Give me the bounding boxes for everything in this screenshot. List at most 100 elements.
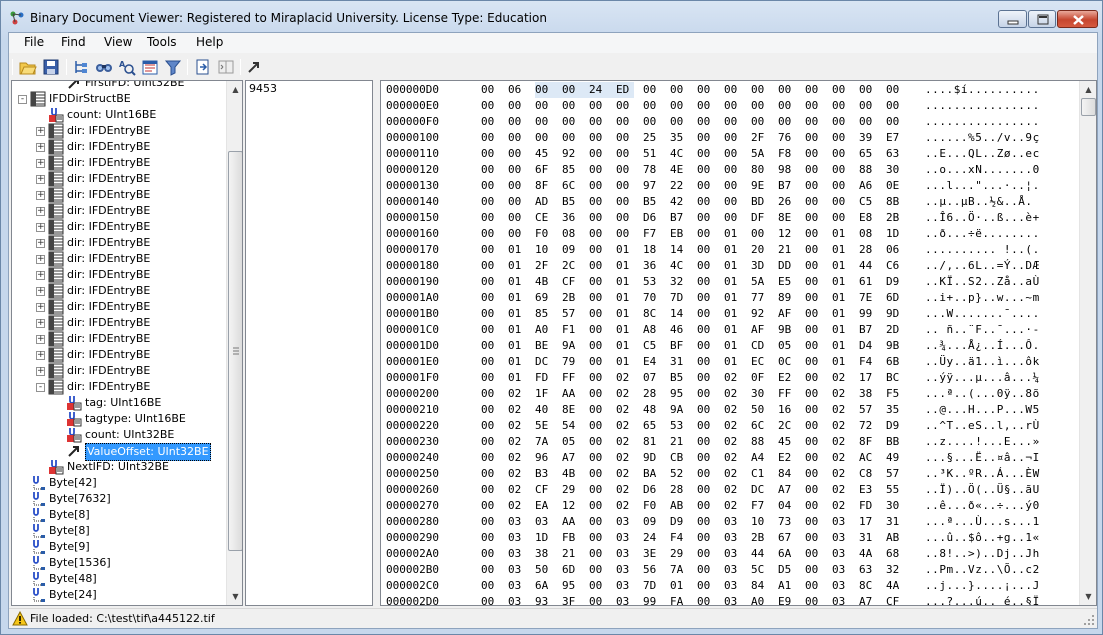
tree-item[interactable]: Byte[1536] — [12, 555, 226, 571]
hex-byte[interactable]: 61 — [859, 274, 875, 290]
hex-byte[interactable]: 00 — [832, 98, 848, 114]
hex-byte[interactable]: 73 — [778, 514, 794, 530]
hex-byte[interactable]: 02 — [724, 434, 740, 450]
hex-byte[interactable]: 24 — [643, 530, 659, 546]
hex-byte[interactable]: 00 — [751, 98, 767, 114]
hex-byte[interactable]: 03 — [832, 514, 848, 530]
scroll-up-arrow-icon[interactable]: ▲ — [1081, 82, 1096, 97]
hex-byte[interactable]: 00 — [589, 146, 605, 162]
hex-byte[interactable]: 68 — [886, 546, 902, 562]
hex-byte[interactable]: DD — [778, 258, 794, 274]
hex-byte[interactable]: 00 — [805, 98, 821, 114]
hex-byte[interactable]: 30 — [751, 386, 767, 402]
hex-byte[interactable]: F1 — [562, 322, 578, 338]
hex-byte[interactable]: EB — [670, 226, 686, 242]
hex-byte[interactable]: 02 — [832, 370, 848, 386]
hex-byte[interactable]: 02 — [508, 482, 524, 498]
hex-byte[interactable]: CD — [751, 338, 767, 354]
hex-byte[interactable]: 02 — [508, 402, 524, 418]
hex-byte[interactable]: 00 — [508, 98, 524, 114]
hex-byte[interactable]: 01 — [616, 274, 632, 290]
scroll-down-arrow-icon[interactable]: ▼ — [228, 589, 242, 604]
hex-row[interactable]: 00000250 00 02 B3 4B 00 02 BA 52 00 02 C1 84 00 02 C8 57… — [381, 466, 1079, 482]
hex-byte[interactable]: 40 — [535, 402, 551, 418]
hex-byte[interactable]: 42 — [670, 194, 686, 210]
hex-byte[interactable]: 31 — [859, 530, 875, 546]
hex-byte[interactable]: C5 — [859, 194, 875, 210]
hex-byte[interactable]: 2B — [562, 290, 578, 306]
hex-byte[interactable]: 00 — [589, 274, 605, 290]
hex-byte[interactable]: 63 — [886, 146, 902, 162]
hex-byte[interactable]: 03 — [508, 594, 524, 605]
hex-byte[interactable]: 16 — [778, 402, 794, 418]
filter-icon[interactable] — [164, 58, 182, 76]
hex-byte[interactable]: 00 — [859, 114, 875, 130]
hex-byte[interactable]: 45 — [535, 146, 551, 162]
hex-byte[interactable]: 00 — [589, 370, 605, 386]
hex-byte[interactable]: 00 — [535, 98, 551, 114]
hex-byte[interactable]: 01 — [724, 226, 740, 242]
hex-byte[interactable]: 01 — [616, 242, 632, 258]
hex-view[interactable]: 000000D0 00 06 00 00 24 ED 00 00 00 00 00 00 00 00 00 00… — [380, 80, 1097, 606]
hex-row[interactable]: 00000180 00 01 2F 2C 00 01 36 4C 00 01 3D DD 00 01 44 C6… — [381, 258, 1079, 274]
hex-byte[interactable]: 00 — [508, 162, 524, 178]
hex-byte[interactable]: 00 — [697, 402, 713, 418]
hex-byte[interactable]: 00 — [481, 530, 497, 546]
tree-item[interactable]: + dir: IFDEntryBE — [12, 203, 226, 219]
hex-byte[interactable]: 92 — [751, 306, 767, 322]
hex-byte[interactable]: E2 — [778, 450, 794, 466]
hex-byte[interactable]: 00 — [778, 82, 794, 98]
tree-item[interactable]: Byte[7632] — [12, 491, 226, 507]
hex-byte[interactable]: 29 — [562, 482, 578, 498]
hex-byte[interactable]: 00 — [751, 114, 767, 130]
hex-byte[interactable]: E3 — [859, 482, 875, 498]
hex-row[interactable]: 000002C0 00 03 6A 95 00 03 7D 01 00 03 84 A1 00 03 8C 4A… — [381, 578, 1079, 594]
menu-find[interactable]: Find — [61, 35, 86, 49]
hex-byte[interactable]: 00 — [616, 130, 632, 146]
tree-item[interactable]: + dir: IFDEntryBE — [12, 283, 226, 299]
hex-byte[interactable]: 0C — [778, 354, 794, 370]
hex-byte[interactable]: 4C — [670, 258, 686, 274]
hex-byte[interactable]: A6 — [859, 178, 875, 194]
hex-byte[interactable]: 7E — [859, 290, 875, 306]
hex-byte[interactable]: 00 — [859, 98, 875, 114]
hex-byte[interactable]: 02 — [724, 402, 740, 418]
hex-byte[interactable]: 93 — [535, 594, 551, 605]
hex-byte[interactable]: B5 — [670, 370, 686, 386]
hex-byte[interactable]: 01 — [508, 258, 524, 274]
hex-byte[interactable]: 51 — [643, 146, 659, 162]
hex-byte[interactable]: 00 — [481, 402, 497, 418]
hex-byte[interactable]: 00 — [778, 98, 794, 114]
hex-byte[interactable]: 00 — [697, 338, 713, 354]
hex-byte[interactable]: 99 — [859, 306, 875, 322]
hex-byte[interactable]: 00 — [697, 530, 713, 546]
hex-byte[interactable]: 00 — [589, 210, 605, 226]
hex-byte[interactable]: 00 — [616, 162, 632, 178]
hex-byte[interactable]: D6 — [643, 210, 659, 226]
hex-byte[interactable]: EC — [751, 354, 767, 370]
hex-byte[interactable]: 00 — [481, 306, 497, 322]
hex-byte[interactable]: 21 — [562, 546, 578, 562]
expand-icon[interactable]: + — [36, 255, 45, 264]
hex-byte[interactable]: 00 — [481, 114, 497, 130]
hex-byte[interactable]: 88 — [859, 162, 875, 178]
hex-scroll-thumb[interactable] — [1081, 98, 1096, 116]
hex-byte[interactable]: 03 — [832, 594, 848, 605]
hex-byte[interactable]: 9D — [643, 450, 659, 466]
hex-byte[interactable]: 00 — [724, 146, 740, 162]
hex-byte[interactable]: 00 — [508, 194, 524, 210]
hex-byte[interactable]: 95 — [670, 386, 686, 402]
tree-item[interactable]: Byte[8] — [12, 523, 226, 539]
hex-byte[interactable]: 55 — [886, 482, 902, 498]
hex-byte[interactable]: 02 — [832, 434, 848, 450]
hex-byte[interactable]: 03 — [508, 514, 524, 530]
hex-byte[interactable]: 02 — [616, 386, 632, 402]
hex-byte[interactable]: 00 — [643, 114, 659, 130]
expand-icon[interactable]: + — [36, 367, 45, 376]
hex-byte[interactable]: 76 — [778, 130, 794, 146]
hex-byte[interactable]: 03 — [616, 578, 632, 594]
hex-byte[interactable]: F0 — [643, 498, 659, 514]
hex-byte[interactable]: FB — [562, 530, 578, 546]
scroll-down-arrow-icon[interactable]: ▼ — [1081, 589, 1096, 604]
hex-byte[interactable]: DC — [535, 354, 551, 370]
